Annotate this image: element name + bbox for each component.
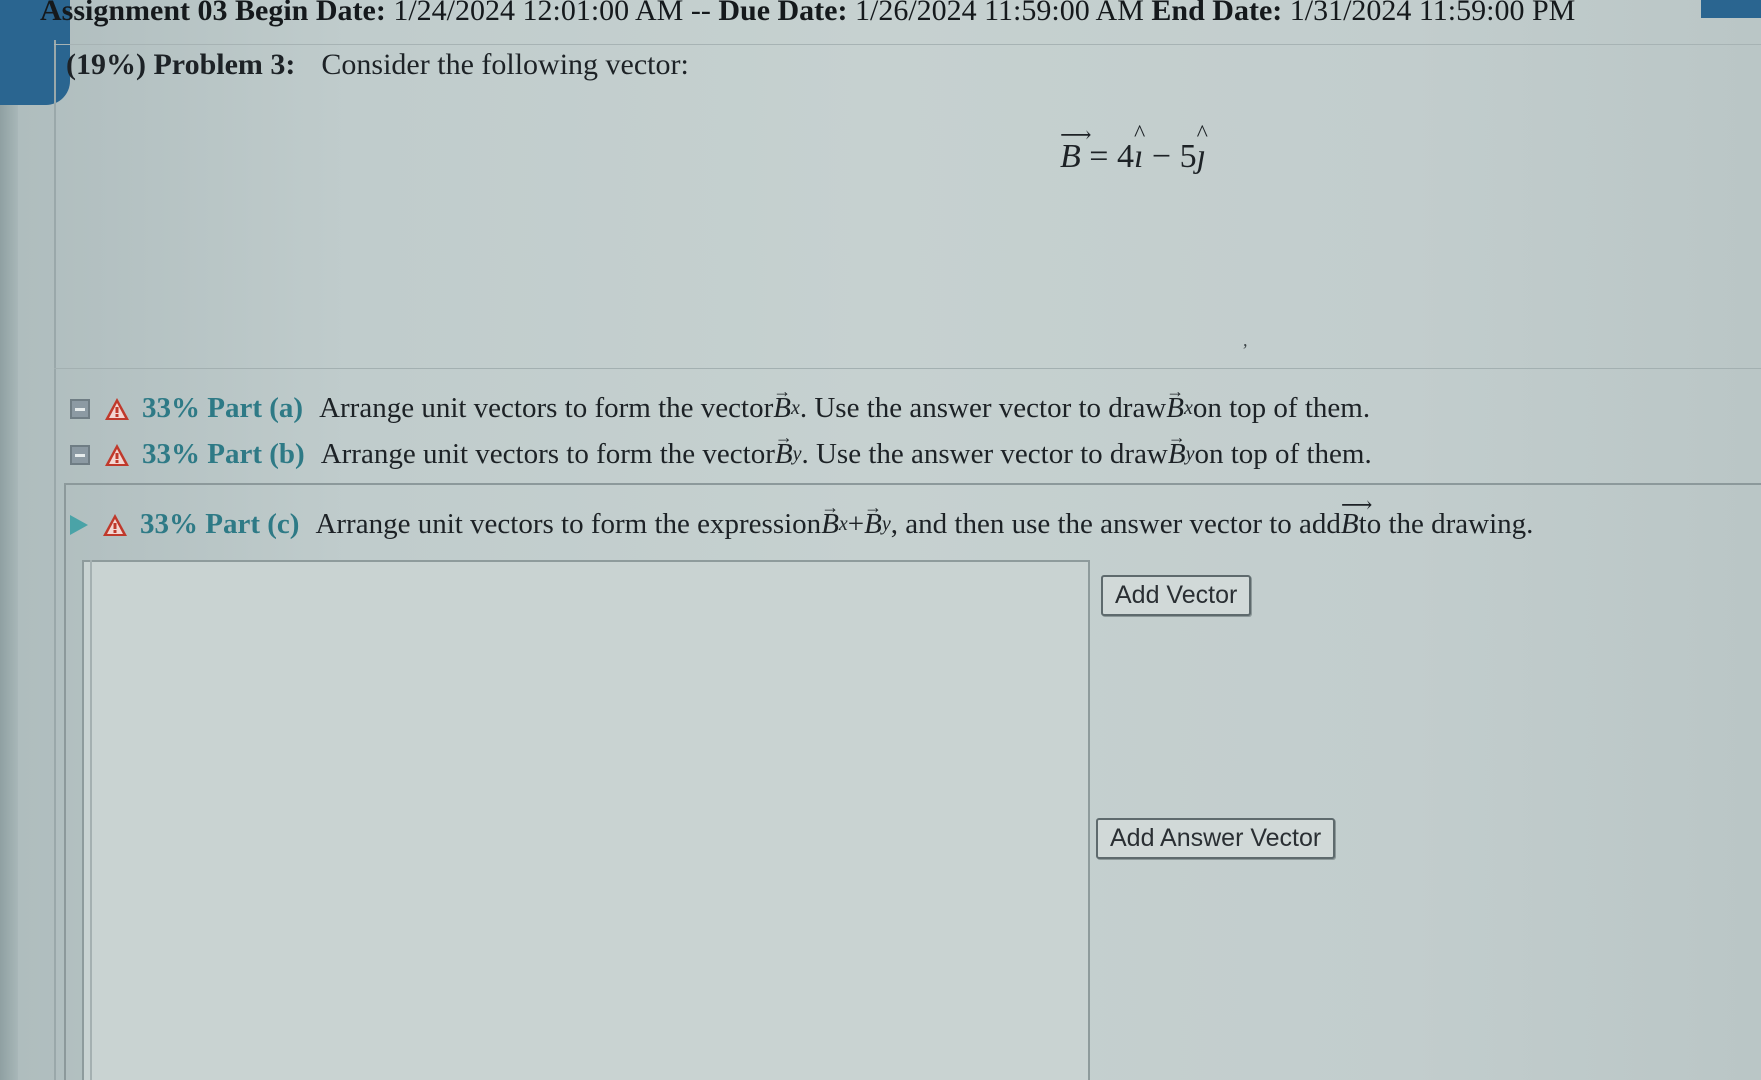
hat-icon: ^ [1133, 121, 1146, 147]
part-a-row[interactable]: 33% Part (a) Arrange unit vectors to for… [70, 381, 1371, 425]
part-b-label: 33% Part (b) [142, 438, 305, 470]
problem-title: Problem 3: [153, 48, 296, 81]
vector-arrow-icon: → [773, 381, 792, 401]
vector-equation: ⟶ B = 4 ^ ı − 5 ^ ȷ [1060, 121, 1208, 176]
subscript-x: x [790, 397, 800, 419]
part-a-text-1: Arrange unit vectors to form the vector [319, 392, 774, 424]
problem-heading: (19%) Problem 3: Consider the following v… [66, 48, 689, 82]
vector-arrow-icon: ⟶ [1340, 492, 1373, 517]
end-date-label: End Date: [1151, 0, 1283, 27]
bx-symbol: → B [821, 497, 840, 540]
part-c-left-border [64, 483, 66, 1080]
mouse-cursor-mark: , [1243, 330, 1248, 350]
subscript-x: x [1183, 397, 1193, 419]
subscript-y: y [792, 443, 802, 465]
problem-statement: Consider the following vector: [321, 48, 689, 81]
subscript-y: y [881, 513, 891, 535]
content-left-border [54, 40, 56, 1080]
warning-triangle-icon [105, 397, 129, 420]
part-c-top-border [64, 483, 1761, 485]
vector-arrow-icon: ⟶ [1060, 122, 1092, 147]
part-b-text-1: Arrange unit vectors to form the vector [320, 438, 775, 470]
part-c-text-3: to the drawing. [1358, 508, 1534, 540]
vector-drawing-canvas[interactable] [82, 560, 1090, 1080]
minus-square-icon[interactable] [70, 398, 90, 419]
hat-icon: ^ [1196, 121, 1208, 147]
part-b-text-2: . Use the answer vector to draw [801, 438, 1168, 470]
problem-weight-title: (19%) Problem 3: [66, 48, 295, 81]
add-answer-vector-button[interactable]: Add Answer Vector [1096, 818, 1336, 859]
vector-arrow-icon: → [1167, 427, 1186, 447]
vector-arrow-icon: → [1166, 381, 1185, 401]
vector-arrow-icon: → [864, 497, 883, 517]
part-c-row[interactable]: 33% Part (c) Arrange unit vectors to for… [70, 492, 1534, 541]
part-c-text-2: , and then use the answer vector to add [890, 508, 1341, 540]
canvas-inner-edge [90, 560, 92, 1080]
by-symbol: → B [864, 497, 883, 540]
b-symbol: ⟶ B [1340, 492, 1373, 541]
part-a-text-3: on top of them. [1192, 392, 1371, 424]
play-triangle-icon[interactable] [70, 514, 88, 535]
window-left-edge [0, 105, 18, 1080]
coef-j: 5 [1179, 138, 1197, 175]
unit-vector-j: ^ ȷ [1196, 121, 1208, 175]
part-c-label: 33% Part (c) [140, 508, 300, 540]
assignment-name: Assignment 03 [40, 0, 228, 27]
warning-triangle-icon [103, 513, 127, 536]
problem-weight: (19%) [66, 48, 146, 81]
vector-b-symbol: ⟶ B [1060, 122, 1092, 176]
due-date-value: 1/26/2024 11:59:00 AM [854, 0, 1144, 27]
begin-date-value: 1/24/2024 12:01:00 AM -- [393, 0, 711, 27]
add-vector-button[interactable]: Add Vector [1101, 575, 1252, 616]
plus-sign: + [847, 508, 865, 540]
vector-arrow-icon: → [774, 427, 793, 447]
warning-triangle-icon [105, 443, 129, 466]
minus-square-icon[interactable] [70, 444, 90, 465]
bx-symbol: → B [773, 381, 792, 424]
parts-divider [54, 368, 1761, 369]
minus-sign: − [1143, 138, 1180, 175]
coef-i: 4 [1116, 138, 1134, 175]
header-divider [54, 44, 1761, 45]
part-c-text-1: Arrange unit vectors to form the express… [315, 508, 822, 540]
begin-date-label: Begin Date: [235, 0, 386, 27]
part-a-label: 33% Part (a) [142, 392, 304, 424]
subscript-x: x [838, 513, 848, 535]
subscript-y: y [1185, 443, 1195, 465]
part-b-text-3: on top of them. [1194, 438, 1372, 470]
assignment-dates-header: Assignment 03 Begin Date: 1/24/2024 12:0… [40, 0, 1740, 28]
by-symbol: → B [1167, 427, 1186, 470]
part-a-text-2: . Use the answer vector to draw [799, 392, 1167, 424]
vector-arrow-icon: → [821, 497, 840, 517]
part-b-row[interactable]: 33% Part (b) Arrange unit vectors to for… [70, 427, 1372, 471]
end-date-value: 1/31/2024 11:59:00 PM [1289, 0, 1576, 27]
by-symbol: → B [774, 427, 793, 470]
due-date-label: Due Date: [718, 0, 848, 27]
unit-vector-i: ^ ı [1133, 121, 1146, 175]
bx-symbol: → B [1166, 381, 1185, 424]
screen: Assignment 03 Begin Date: 1/24/2024 12:0… [0, 0, 1761, 1080]
